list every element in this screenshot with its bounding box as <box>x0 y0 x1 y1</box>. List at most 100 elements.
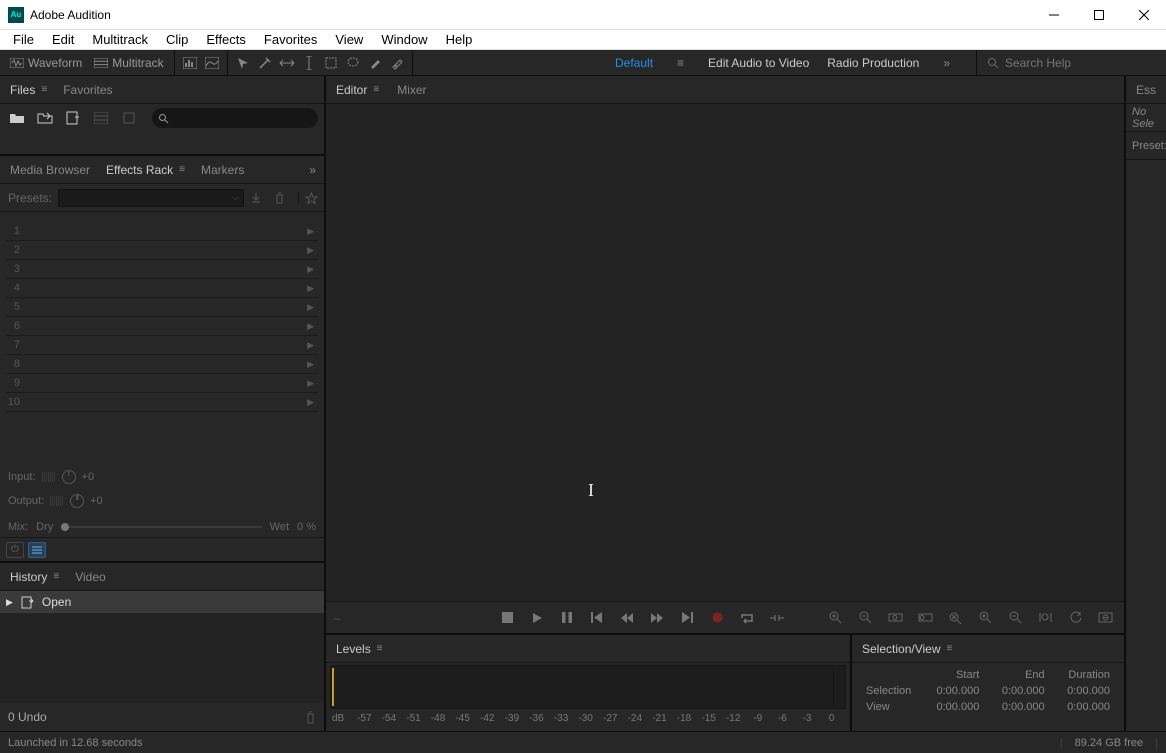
new-file-icon[interactable] <box>62 107 84 129</box>
workspace-overflow-icon[interactable]: » <box>937 56 956 70</box>
pause-button[interactable] <box>556 607 578 629</box>
favorite-icon[interactable] <box>298 192 316 204</box>
workspace-edit-audio-to-video[interactable]: Edit Audio to Video <box>708 56 809 70</box>
maximize-button[interactable] <box>1076 0 1121 29</box>
zoom-reset-icon[interactable] <box>1064 607 1086 629</box>
tab-mixer[interactable]: Mixer <box>395 79 428 101</box>
record-button[interactable] <box>706 607 728 629</box>
output-knob[interactable] <box>70 494 84 508</box>
import-file-icon[interactable] <box>34 107 56 129</box>
search-help[interactable] <box>976 50 1166 75</box>
fx-slot[interactable]: 10▶ <box>6 393 318 412</box>
tab-menu-icon[interactable]: ≡ <box>41 84 47 95</box>
fx-slot[interactable]: 3▶ <box>6 260 318 279</box>
tab-menu-icon[interactable]: ≡ <box>179 164 185 175</box>
tab-favorites[interactable]: Favorites <box>61 79 114 101</box>
tab-editor[interactable]: Editor≡ <box>334 79 381 101</box>
fx-slot[interactable]: 1▶ <box>6 222 318 241</box>
slip-tool-icon[interactable] <box>276 53 298 73</box>
selection-start[interactable]: 0:00.000 <box>920 683 985 699</box>
delete-preset-icon[interactable] <box>274 192 292 204</box>
menu-clip[interactable]: Clip <box>157 30 197 49</box>
tab-levels[interactable]: Levels≡ <box>334 638 385 660</box>
close-file-icon[interactable] <box>118 107 140 129</box>
fx-slot[interactable]: 6▶ <box>6 317 318 336</box>
workspace-radio-production[interactable]: Radio Production <box>827 56 919 70</box>
save-preset-icon[interactable] <box>250 192 268 204</box>
zoom-selection-icon[interactable] <box>1034 607 1056 629</box>
tab-history[interactable]: History≡ <box>8 566 61 588</box>
zoom-out-time-icon[interactable] <box>1004 607 1026 629</box>
time-selection-tool-icon[interactable] <box>298 53 320 73</box>
marquee-tool-icon[interactable] <box>320 53 342 73</box>
zoom-out-full-icon[interactable] <box>1094 607 1116 629</box>
zoom-2-icon[interactable] <box>914 607 936 629</box>
menu-edit[interactable]: Edit <box>43 30 83 49</box>
fast-forward-button[interactable] <box>646 607 668 629</box>
zoom-in-time-icon[interactable] <box>974 607 996 629</box>
tab-effects-rack[interactable]: Effects Rack≡ <box>104 159 187 181</box>
rewind-button[interactable] <box>616 607 638 629</box>
view-start[interactable]: 0:00.000 <box>920 699 985 715</box>
menu-help[interactable]: Help <box>437 30 482 49</box>
razor-tool-icon[interactable] <box>254 53 276 73</box>
waveform-view-button[interactable]: Waveform <box>4 54 88 72</box>
minimize-button[interactable] <box>1031 0 1076 29</box>
go-to-end-button[interactable] <box>676 607 698 629</box>
search-help-input[interactable] <box>1005 56 1125 70</box>
zoom-1-icon[interactable] <box>884 607 906 629</box>
zoom-in-amplitude-icon[interactable] <box>824 607 846 629</box>
loop-button[interactable] <box>736 607 758 629</box>
menu-effects[interactable]: Effects <box>197 30 255 49</box>
play-button[interactable] <box>526 607 548 629</box>
panel-overflow-icon[interactable]: » <box>309 163 316 177</box>
fx-slot[interactable]: 8▶ <box>6 355 318 374</box>
fx-list-button[interactable] <box>28 542 46 558</box>
tab-menu-icon[interactable]: ≡ <box>947 643 953 654</box>
go-to-start-button[interactable] <box>586 607 608 629</box>
multitrack-view-button[interactable]: Multitrack <box>88 54 169 72</box>
tab-menu-icon[interactable]: ≡ <box>53 571 59 582</box>
editor-canvas[interactable]: I <box>326 104 1124 601</box>
skip-selection-button[interactable] <box>766 607 788 629</box>
show-spectral-pitch-icon[interactable] <box>201 53 223 73</box>
tab-essential-sound[interactable]: Ess <box>1130 77 1162 103</box>
workspace-default[interactable]: Default <box>615 56 653 70</box>
history-item[interactable]: ▶ Open <box>0 591 324 613</box>
tab-menu-icon[interactable]: ≡ <box>377 643 383 654</box>
presets-dropdown[interactable]: ⌵ <box>58 189 244 207</box>
mix-slider[interactable] <box>61 526 261 528</box>
insert-into-multitrack-icon[interactable] <box>90 107 112 129</box>
fx-power-button[interactable]: ⏻ <box>6 542 24 558</box>
brush-tool-icon[interactable] <box>364 53 386 73</box>
selection-end[interactable]: 0:00.000 <box>985 683 1050 699</box>
fx-slot[interactable]: 4▶ <box>6 279 318 298</box>
fx-slot[interactable]: 2▶ <box>6 241 318 260</box>
fx-slot[interactable]: 7▶ <box>6 336 318 355</box>
tab-media-browser[interactable]: Media Browser <box>8 159 92 181</box>
menu-window[interactable]: Window <box>372 30 436 49</box>
lasso-tool-icon[interactable] <box>342 53 364 73</box>
menu-view[interactable]: View <box>326 30 372 49</box>
menu-multitrack[interactable]: Multitrack <box>83 30 157 49</box>
menu-file[interactable]: File <box>4 30 43 49</box>
menu-favorites[interactable]: Favorites <box>255 30 326 49</box>
move-tool-icon[interactable] <box>232 53 254 73</box>
files-search-input[interactable] <box>173 111 312 126</box>
selection-duration[interactable]: 0:00.000 <box>1051 683 1116 699</box>
close-button[interactable] <box>1121 0 1166 29</box>
files-search[interactable] <box>152 108 318 128</box>
zoom-3-icon[interactable] <box>944 607 966 629</box>
open-file-icon[interactable] <box>6 107 28 129</box>
heal-tool-icon[interactable] <box>386 53 408 73</box>
level-meter[interactable] <box>330 665 846 709</box>
stop-button[interactable] <box>496 607 518 629</box>
input-knob[interactable] <box>62 470 76 484</box>
tab-menu-icon[interactable]: ≡ <box>373 84 379 95</box>
tab-selection-view[interactable]: Selection/View≡ <box>860 638 954 660</box>
view-duration[interactable]: 0:00.000 <box>1051 699 1116 715</box>
tab-video[interactable]: Video <box>73 566 107 588</box>
workspace-default-menu-icon[interactable]: ≡ <box>671 56 690 70</box>
view-end[interactable]: 0:00.000 <box>985 699 1050 715</box>
tab-files[interactable]: Files≡ <box>8 79 49 101</box>
